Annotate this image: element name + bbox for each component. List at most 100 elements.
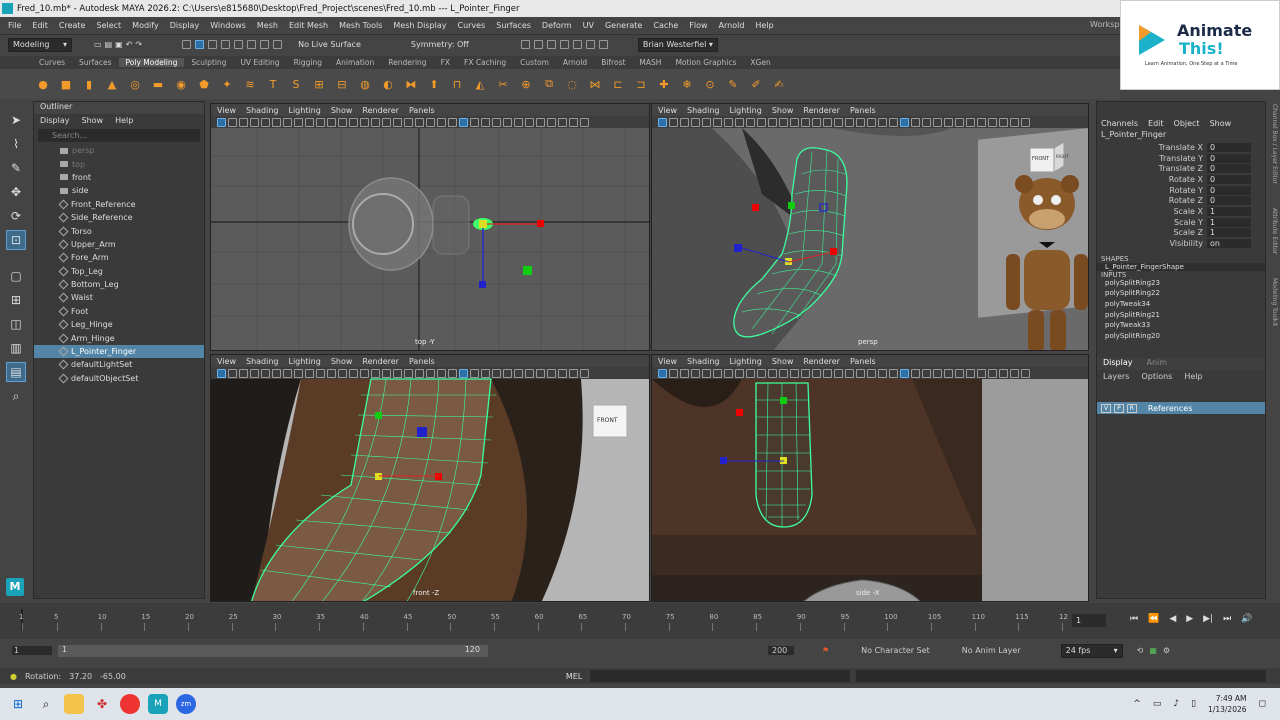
menu-curves[interactable]: Curves	[457, 21, 485, 30]
go-to-end-icon[interactable]: ⏭	[1223, 614, 1231, 624]
save-scene-icon[interactable]: ▣	[115, 40, 123, 49]
move-tool-icon[interactable]: ✥	[6, 182, 26, 202]
shelf-tab-mash[interactable]: MASH	[632, 58, 668, 67]
auto-key-icon[interactable]: ⚑	[822, 646, 829, 655]
user-account-dropdown[interactable]: Brian Westerfiel ▾	[637, 37, 718, 52]
menu-mesh[interactable]: Mesh	[257, 21, 278, 30]
play-icon[interactable]: ▶	[1186, 614, 1193, 624]
shelf-tab-poly-modeling[interactable]: Poly Modeling	[118, 58, 185, 67]
snap-view-icon[interactable]	[260, 40, 270, 49]
outliner-item[interactable]: Arm_Hinge	[34, 331, 204, 344]
outliner-item[interactable]: Foot	[34, 305, 204, 318]
menu-cache[interactable]: Cache	[653, 21, 678, 30]
shelf-tab-motion-graphics[interactable]: Motion Graphics	[668, 58, 743, 67]
layer-menu-options[interactable]: Options	[1141, 372, 1172, 384]
combine-icon[interactable]: ⊞	[310, 75, 328, 93]
shape-name[interactable]: L_Pointer_FingerShape	[1097, 262, 1265, 271]
outliner-item[interactable]: Upper_Arm	[34, 238, 204, 251]
shelf-tab-custom[interactable]: Custom	[513, 58, 556, 67]
symmetry-dropdown[interactable]: Symmetry: Off	[411, 40, 469, 49]
shelf-tab-fx-caching[interactable]: FX Caching	[457, 58, 513, 67]
pivot-icon[interactable]: ✚	[655, 75, 673, 93]
step-forward-icon[interactable]: ▶|	[1203, 614, 1213, 624]
render-view-icon[interactable]	[520, 40, 530, 49]
shelf-tab-fx[interactable]: FX	[434, 58, 457, 67]
menu-flow[interactable]: Flow	[689, 21, 707, 30]
layer-menu-layers[interactable]: Layers	[1103, 372, 1129, 384]
outliner-item[interactable]: Side_Reference	[34, 211, 204, 224]
menu-deform[interactable]: Deform	[542, 21, 572, 30]
attribute-value[interactable]: 0	[1207, 185, 1251, 195]
layer-toggle-r[interactable]: R	[1126, 403, 1137, 413]
multi-cut-icon[interactable]: ✂	[494, 75, 512, 93]
soften-edge-icon[interactable]: ✐	[747, 75, 765, 93]
collapse-icon[interactable]: ⊐	[632, 75, 650, 93]
attribute-value[interactable]: 1	[1207, 228, 1251, 238]
poly-cylinder-icon[interactable]: ▮	[80, 75, 98, 93]
undo-icon[interactable]: ↶	[126, 40, 133, 49]
poly-disc-icon[interactable]: ◉	[172, 75, 190, 93]
layer-toggle-v[interactable]: V	[1101, 403, 1112, 413]
outliner-item[interactable]: Top_Leg	[34, 265, 204, 278]
menu-generate[interactable]: Generate	[605, 21, 642, 30]
open-scene-icon[interactable]: ▤	[105, 40, 113, 49]
layer-tab-anim[interactable]: Anim	[1147, 358, 1168, 370]
layer-row[interactable]: V P R References	[1097, 402, 1265, 414]
channel-attribute[interactable]: Translate Y 0	[1097, 153, 1265, 164]
workspace-label[interactable]: Worksp	[1090, 20, 1120, 29]
side-tab[interactable]: Channel Box / Layer Editor	[1268, 104, 1278, 184]
snap-curve-icon[interactable]	[234, 40, 244, 49]
shelf-tab-animation[interactable]: Animation	[329, 58, 381, 67]
volume-icon[interactable]: ♪	[1173, 699, 1179, 709]
poly-cube-icon[interactable]: ■	[57, 75, 75, 93]
outliner-menu-help[interactable]: Help	[115, 116, 133, 125]
outliner-item[interactable]: side	[34, 184, 204, 197]
shelf-tab-xgen[interactable]: XGen	[743, 58, 777, 67]
pause-icon[interactable]	[598, 40, 608, 49]
outliner-item[interactable]: defaultLightSet	[34, 358, 204, 371]
input-node[interactable]: polyTweak34	[1097, 300, 1265, 311]
smooth-icon[interactable]: ◍	[356, 75, 374, 93]
fill-hole-icon[interactable]: ◌	[563, 75, 581, 93]
four-pane-icon[interactable]: ⊞	[6, 290, 26, 310]
channel-attribute[interactable]: Translate Z 0	[1097, 163, 1265, 174]
outliner-item[interactable]: defaultObjectSet	[34, 372, 204, 385]
outliner-item[interactable]: persp	[34, 144, 204, 157]
channel-menu-channels[interactable]: Channels	[1101, 119, 1138, 128]
hypershade-icon[interactable]	[572, 40, 582, 49]
snap-live-icon[interactable]	[273, 40, 283, 49]
shelf-tab-sculpting[interactable]: Sculpting	[184, 58, 233, 67]
input-node[interactable]: polySplitRing21	[1097, 311, 1265, 322]
shelf-tab-uv-editing[interactable]: UV Editing	[233, 58, 286, 67]
outliner-layout-icon[interactable]: ▥	[6, 338, 26, 358]
ipr-render-icon[interactable]	[546, 40, 556, 49]
center-pivot-icon[interactable]: ⊙	[701, 75, 719, 93]
menu-edit-mesh[interactable]: Edit Mesh	[289, 21, 328, 30]
outliner-menu-display[interactable]: Display	[40, 116, 70, 125]
attribute-value[interactable]: 0	[1207, 142, 1251, 152]
merge-icon[interactable]: ⋈	[586, 75, 604, 93]
harden-edge-icon[interactable]: ✍	[770, 75, 788, 93]
fps-dropdown[interactable]: 24 fps ▾	[1060, 643, 1123, 658]
boolean-icon[interactable]: ◐	[379, 75, 397, 93]
bevel-icon[interactable]: ◭	[471, 75, 489, 93]
input-node[interactable]: polyTweak33	[1097, 321, 1265, 332]
shelf-tab-rendering[interactable]: Rendering	[381, 58, 433, 67]
new-scene-icon[interactable]: ▭	[94, 40, 102, 49]
channel-attribute[interactable]: Scale Y 1	[1097, 217, 1265, 228]
outliner-item[interactable]: Fore_Arm	[34, 251, 204, 264]
preferences-icon[interactable]: ⚙	[1163, 646, 1170, 655]
shelf-tab-curves[interactable]: Curves	[32, 58, 72, 67]
menu-help[interactable]: Help	[755, 21, 773, 30]
outliner-item[interactable]: L_Pointer_Finger	[34, 344, 204, 359]
single-pane-icon[interactable]: ▢	[6, 266, 26, 286]
input-node[interactable]: polySplitRing20	[1097, 332, 1265, 343]
maya-home-icon[interactable]: M	[6, 578, 24, 596]
step-back-key-icon[interactable]: ⏪	[1148, 614, 1159, 624]
bridge-icon[interactable]: ⊓	[448, 75, 466, 93]
live-surface-label[interactable]: No Live Surface	[298, 40, 361, 49]
insert-edge-loop-icon[interactable]: ⧉	[540, 75, 558, 93]
menu-arnold[interactable]: Arnold	[719, 21, 745, 30]
loop-icon[interactable]: ⟲	[1137, 646, 1144, 655]
search-icon[interactable]: ⌕	[36, 694, 56, 714]
